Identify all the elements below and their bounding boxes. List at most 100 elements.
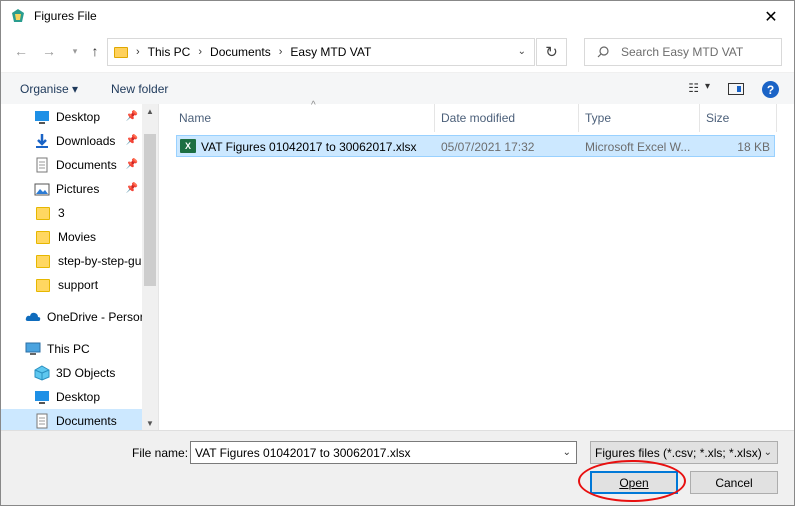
navigation-bar: ← → ▾ ↑ › This PC › Documents › Easy MTD…: [1, 32, 794, 72]
app-icon: [10, 8, 26, 24]
close-button[interactable]: ✕: [748, 1, 794, 32]
command-toolbar: Organise ▾ New folder ☷ ▾ ?: [1, 72, 794, 104]
organise-button[interactable]: Organise ▾: [20, 82, 78, 96]
excel-file-icon: X: [180, 139, 196, 153]
3d-objects-icon: [34, 365, 50, 381]
documents-icon: [34, 157, 50, 173]
nav-item-3d-objects[interactable]: 3D Objects: [1, 361, 142, 385]
nav-item-documents-pc[interactable]: Documents: [1, 409, 142, 430]
window-title: Figures File: [34, 9, 97, 23]
nav-item-movies[interactable]: Movies: [1, 225, 142, 249]
desktop-icon: [34, 109, 50, 125]
breadcrumb-easy-mtd-vat[interactable]: Easy MTD VAT: [290, 45, 371, 59]
folder-icon: [36, 206, 50, 220]
folder-icon: [36, 254, 50, 268]
forward-arrow-icon[interactable]: →: [39, 41, 59, 61]
file-type-filter[interactable]: Figures files (*.csv; *.xls; *.xlsx) ⌄: [590, 441, 778, 464]
nav-item-pictures[interactable]: Pictures 📌: [1, 177, 142, 201]
folder-icon: [36, 230, 50, 244]
chevron-down-icon[interactable]: ⌄: [563, 447, 571, 458]
open-label: Open: [619, 475, 649, 490]
title-bar: Figures File ✕: [1, 1, 794, 32]
file-row[interactable]: X VAT Figures 01042017 to 30062017.xlsx …: [176, 135, 775, 157]
chevron-down-icon[interactable]: ⌄: [764, 447, 772, 458]
scroll-down-icon[interactable]: ▼: [142, 416, 158, 430]
pin-icon: 📌: [125, 135, 138, 146]
search-placeholder: Search Easy MTD VAT: [621, 45, 744, 59]
chevron-down-icon[interactable]: ▾: [705, 81, 710, 95]
nav-item-step-by-step[interactable]: step-by-step-gu: [1, 249, 142, 273]
open-button[interactable]: Open: [590, 471, 678, 494]
sort-up-icon: ^: [311, 100, 316, 111]
new-folder-button[interactable]: New folder: [111, 82, 168, 96]
breadcrumb-documents[interactable]: Documents: [210, 45, 271, 59]
dialog-footer: File name: VAT Figures 01042017 to 30062…: [1, 430, 794, 505]
chevron-right-icon[interactable]: ›: [279, 46, 283, 58]
view-options[interactable]: ☷ ▾: [688, 81, 710, 95]
desktop-icon: [34, 389, 50, 405]
nav-label: OneDrive - Persor: [47, 310, 142, 324]
file-size: 18 KB: [737, 140, 770, 154]
nav-label: Desktop: [56, 110, 101, 124]
nav-item-support[interactable]: support: [1, 273, 142, 297]
nav-label: 3: [58, 206, 65, 220]
scroll-thumb[interactable]: [144, 134, 156, 286]
scroll-up-icon[interactable]: ▲: [142, 104, 158, 118]
navigation-pane: Desktop 📌 Downloads 📌 Documents 📌 Pictur…: [1, 104, 158, 430]
filter-value: Figures files (*.csv; *.xls; *.xlsx): [595, 445, 762, 460]
address-bar[interactable]: › This PC › Documents › Easy MTD VAT ⌄: [107, 38, 535, 66]
nav-label: Desktop: [56, 390, 101, 404]
back-arrow-icon[interactable]: ←: [11, 41, 31, 61]
nav-scrollbar[interactable]: ▲ ▼: [142, 104, 158, 430]
nav-item-onedrive[interactable]: OneDrive - Persor: [1, 305, 142, 329]
cancel-label: Cancel: [715, 475, 753, 490]
nav-label: Documents: [56, 158, 117, 172]
cancel-button[interactable]: Cancel: [690, 471, 778, 494]
column-header-date[interactable]: Date modified: [435, 104, 579, 132]
nav-label: Downloads: [56, 134, 116, 148]
nav-item-desktop[interactable]: Desktop 📌: [1, 105, 142, 129]
chevron-right-icon[interactable]: ›: [136, 46, 140, 58]
nav-item-desktop-pc[interactable]: Desktop: [1, 385, 142, 409]
breadcrumb-this-pc[interactable]: This PC: [148, 45, 191, 59]
search-icon: [597, 46, 609, 58]
file-type: Microsoft Excel W...: [585, 140, 691, 154]
nav-label: 3D Objects: [56, 366, 116, 380]
file-name: VAT Figures 01042017 to 30062017.xlsx: [201, 140, 417, 154]
nav-item-downloads[interactable]: Downloads 📌: [1, 129, 142, 153]
file-name-label: File name:: [132, 446, 189, 460]
pictures-icon: [34, 181, 50, 197]
folder-icon: [114, 46, 128, 58]
nav-label: Pictures: [56, 182, 100, 196]
nav-item-documents[interactable]: Documents 📌: [1, 153, 142, 177]
nav-label: Documents: [56, 414, 117, 428]
documents-icon: [34, 413, 50, 429]
pin-icon: 📌: [125, 111, 138, 122]
chevron-down-icon[interactable]: ⌄: [518, 46, 526, 57]
recent-locations-icon[interactable]: ▾: [65, 41, 85, 61]
file-list: ^ Name Date modified Type Size X VAT Fig…: [158, 100, 794, 430]
nav-item-this-pc[interactable]: This PC: [1, 337, 142, 361]
nav-label: support: [58, 278, 99, 292]
chevron-right-icon[interactable]: ›: [198, 46, 202, 58]
refresh-button[interactable]: ↻: [536, 38, 567, 66]
folder-icon: [36, 278, 50, 292]
help-icon[interactable]: ?: [762, 81, 779, 98]
column-label: Date modified: [441, 111, 516, 125]
preview-pane-icon[interactable]: [728, 83, 744, 95]
file-name-value: VAT Figures 01042017 to 30062017.xlsx: [195, 445, 411, 460]
up-arrow-icon[interactable]: ↑: [85, 41, 105, 61]
column-label: Type: [585, 111, 612, 125]
nav-label: This PC: [47, 342, 90, 356]
column-header-name[interactable]: ^ Name: [173, 100, 435, 132]
column-header-type[interactable]: Type: [579, 104, 700, 132]
file-date: 05/07/2021 17:32: [441, 140, 535, 154]
downloads-icon: [34, 133, 50, 149]
nav-item-folder-3[interactable]: 3: [1, 201, 142, 225]
view-details-icon[interactable]: ☷: [688, 81, 699, 95]
this-pc-icon: [25, 341, 41, 357]
search-input[interactable]: Search Easy MTD VAT: [584, 38, 782, 66]
pin-icon: 📌: [125, 159, 138, 170]
file-name-field[interactable]: VAT Figures 01042017 to 30062017.xlsx ⌄: [190, 441, 577, 464]
column-header-size[interactable]: Size: [700, 104, 777, 132]
